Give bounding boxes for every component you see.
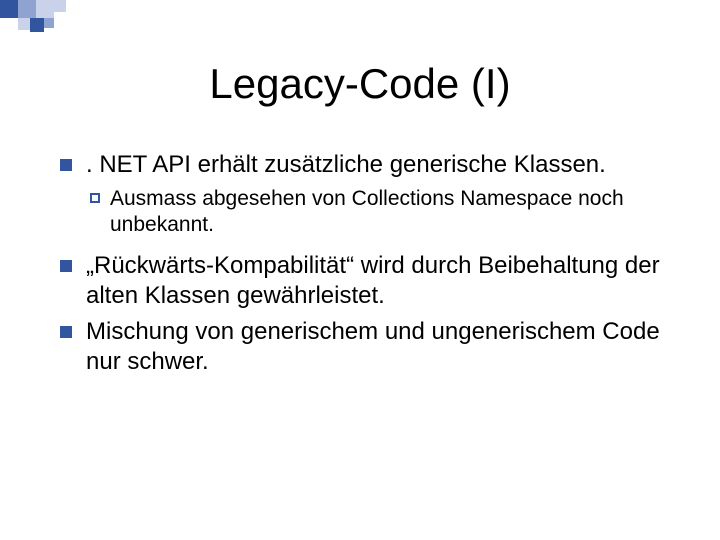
hollow-square-bullet-icon	[90, 193, 100, 203]
sub-bullet-text: Ausmass abgesehen von Collections Namesp…	[110, 186, 670, 239]
bullet-text: Mischung von generischem und ungenerisch…	[86, 317, 670, 377]
deco-square-icon	[30, 18, 44, 32]
bullet-item: Mischung von generischem und ungenerisch…	[60, 317, 670, 377]
slide: Legacy-Code (I) . NET API erhält zusätzl…	[0, 0, 720, 540]
slide-title: Legacy-Code (I)	[0, 60, 720, 108]
deco-square-icon	[18, 18, 30, 30]
deco-square-icon	[54, 0, 66, 12]
bullet-item: . NET API erhält zusätzliche generische …	[60, 150, 670, 180]
sub-bullet-item: Ausmass abgesehen von Collections Namesp…	[90, 186, 670, 239]
bullet-item: „Rückwärts-Kompabilität“ wird durch Beib…	[60, 251, 670, 311]
deco-square-icon	[36, 0, 54, 18]
square-bullet-icon	[60, 326, 72, 338]
bullet-text: . NET API erhält zusätzliche generische …	[86, 150, 670, 180]
corner-decoration	[0, 0, 120, 40]
bullet-text: „Rückwärts-Kompabilität“ wird durch Beib…	[86, 251, 670, 311]
deco-square-icon	[0, 0, 18, 18]
deco-square-icon	[18, 0, 36, 18]
slide-body: . NET API erhält zusätzliche generische …	[60, 150, 670, 383]
square-bullet-icon	[60, 159, 72, 171]
deco-square-icon	[44, 18, 54, 28]
square-bullet-icon	[60, 260, 72, 272]
